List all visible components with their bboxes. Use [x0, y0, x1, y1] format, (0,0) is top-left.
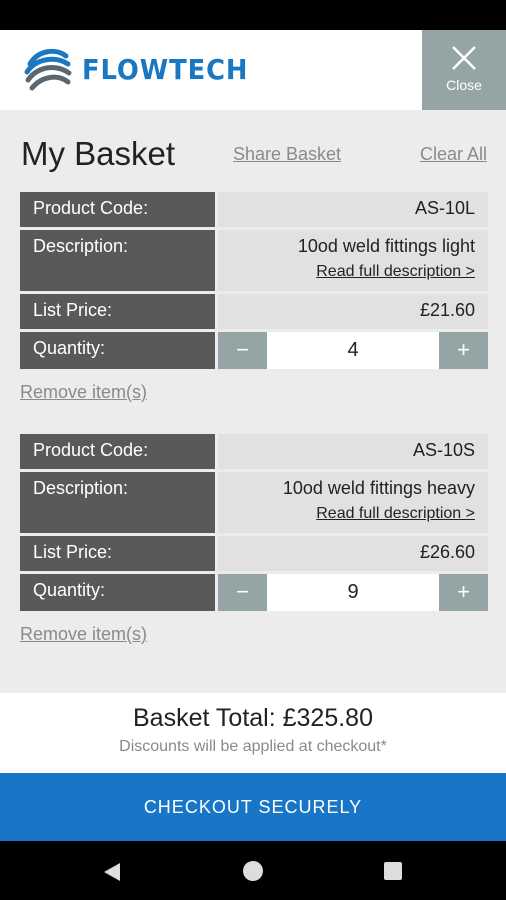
- list-price-label: List Price:: [20, 536, 215, 571]
- checkout-button[interactable]: CHECKOUT SECURELY: [0, 773, 506, 841]
- increment-button[interactable]: +: [439, 332, 488, 369]
- product-code-row: Product Code: AS-10S: [20, 434, 488, 469]
- description-cell: 10od weld fittings light Read full descr…: [218, 230, 488, 291]
- product-code-row: Product Code: AS-10L: [20, 192, 488, 227]
- list-price-label: List Price:: [20, 294, 215, 329]
- remove-item-link[interactable]: Remove item(s): [20, 382, 147, 403]
- remove-item-link[interactable]: Remove item(s): [20, 624, 147, 645]
- increment-button[interactable]: +: [439, 574, 488, 611]
- quantity-value[interactable]: 4: [267, 332, 439, 369]
- clear-all-link[interactable]: Clear All: [420, 144, 487, 165]
- discount-note: Discounts will be applied at checkout*: [119, 738, 387, 755]
- product-code-value: AS-10S: [218, 434, 488, 469]
- description-value: 10od weld fittings heavy: [282, 478, 475, 498]
- description-cell: 10od weld fittings heavy Read full descr…: [218, 472, 488, 533]
- share-basket-link[interactable]: Share Basket: [233, 144, 341, 165]
- back-triangle-icon[interactable]: [103, 862, 121, 882]
- logo-text: FLOWTECH: [82, 52, 249, 86]
- close-button[interactable]: Close: [422, 30, 506, 110]
- description-label: Description:: [20, 472, 215, 533]
- description-value: 10od weld fittings light: [297, 236, 475, 256]
- system-nav-bar: [0, 841, 506, 900]
- quantity-row: Quantity: − 4 +: [20, 332, 488, 369]
- quantity-value[interactable]: 9: [267, 574, 439, 611]
- quantity-stepper: − 4 +: [218, 332, 488, 369]
- close-icon: [452, 46, 476, 70]
- quantity-label: Quantity:: [20, 332, 215, 369]
- quantity-row: Quantity: − 9 +: [20, 574, 488, 611]
- basket-summary: Basket Total: £325.80 Discounts will be …: [0, 693, 506, 773]
- flowtech-logo: FLOWTECH: [22, 40, 263, 98]
- product-code-label: Product Code:: [20, 192, 215, 227]
- decrement-button[interactable]: −: [218, 574, 267, 611]
- basket-total: Basket Total: £325.80: [133, 704, 373, 732]
- basket-panel: My Basket Share Basket Clear All Product…: [0, 110, 506, 693]
- recent-square-icon[interactable]: [384, 862, 402, 880]
- list-price-value: £21.60: [218, 294, 488, 329]
- decrement-button[interactable]: −: [218, 332, 267, 369]
- list-price-row: List Price: £21.60: [20, 294, 488, 329]
- flowtech-logo-icon: [24, 48, 72, 91]
- description-row: Description: 10od weld fittings heavy Re…: [20, 472, 488, 533]
- read-description-link[interactable]: Read full description >: [218, 505, 475, 523]
- description-label: Description:: [20, 230, 215, 291]
- description-row: Description: 10od weld fittings light Re…: [20, 230, 488, 291]
- app-header: FLOWTECH Close: [0, 30, 506, 110]
- home-circle-icon[interactable]: [243, 861, 263, 881]
- quantity-stepper: − 9 +: [218, 574, 488, 611]
- page-title: My Basket: [21, 135, 176, 172]
- list-price-value: £26.60: [218, 536, 488, 571]
- product-code-label: Product Code:: [20, 434, 215, 469]
- list-price-row: List Price: £26.60: [20, 536, 488, 571]
- read-description-link[interactable]: Read full description >: [218, 263, 475, 281]
- status-bar: [0, 0, 506, 30]
- product-code-value: AS-10L: [218, 192, 488, 227]
- quantity-label: Quantity:: [20, 574, 215, 611]
- close-label: Close: [446, 77, 482, 93]
